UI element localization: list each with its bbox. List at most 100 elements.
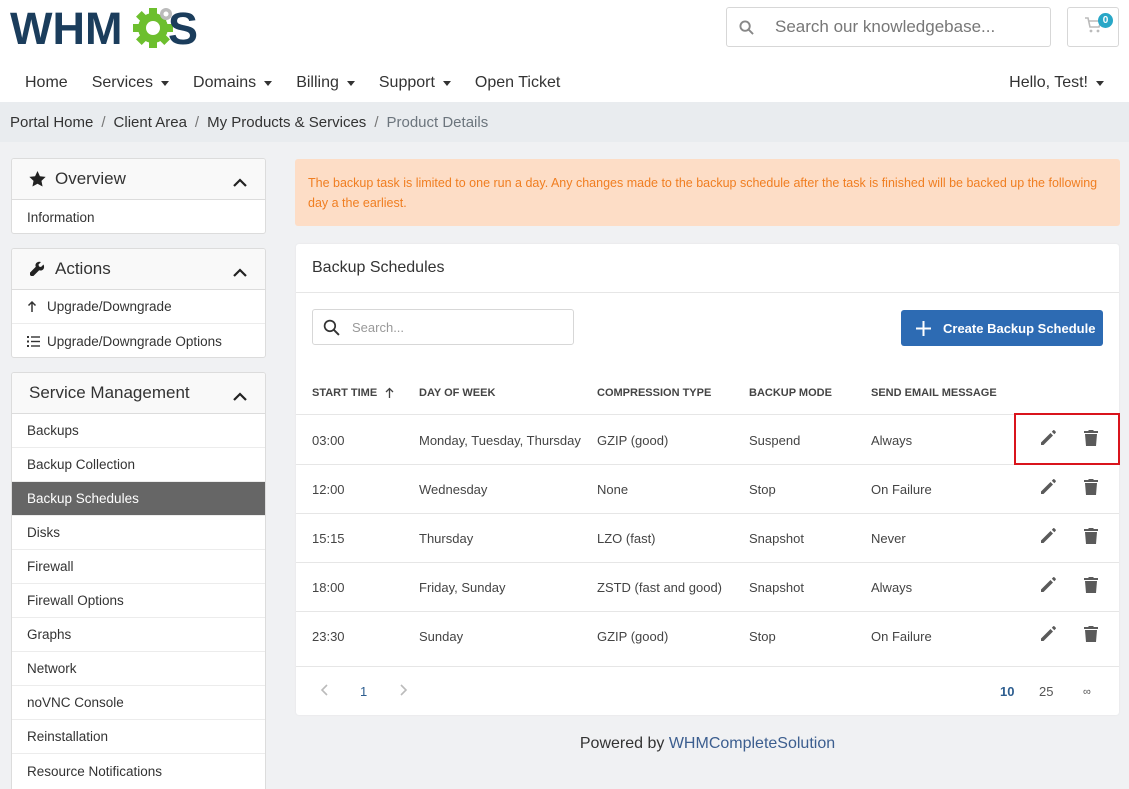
column-send-email-message[interactable]: SEND EMAIL MESSAGE (871, 370, 997, 415)
sidebar-item-resource-notifications[interactable]: Resource Notifications (12, 754, 265, 788)
trash-icon (1084, 576, 1098, 599)
sidebar-item-label: Graphs (27, 627, 72, 642)
plus-icon (916, 320, 931, 336)
cell-send-email: Never (871, 531, 906, 546)
edit-button[interactable] (1037, 527, 1059, 549)
panel-header-overview[interactable]: Overview (12, 159, 265, 200)
whmcs-logo[interactable]: WHM S (10, 6, 200, 50)
table-row: 12:00 Wednesday None Stop On Failure (296, 465, 1119, 514)
sidebar-panel-service-management: Service Management Backups Backup Collec… (11, 372, 266, 789)
page-size-25[interactable]: 25 (1039, 668, 1053, 715)
arrow-up-icon (27, 300, 41, 313)
breadcrumb-my-products[interactable]: My Products & Services (207, 114, 366, 131)
column-label: SEND EMAIL MESSAGE (871, 386, 997, 399)
cell-send-email: Always (871, 433, 913, 448)
table-search[interactable] (312, 309, 574, 345)
sidebar-item-upgrade-downgrade-options[interactable]: Upgrade/Downgrade Options (12, 324, 265, 357)
breadcrumb-client-area[interactable]: Client Area (114, 114, 187, 131)
breadcrumb-portal-home[interactable]: Portal Home (10, 114, 93, 131)
column-day-of-week[interactable]: DAY OF WEEK (419, 370, 495, 415)
nav-home[interactable]: Home (0, 64, 80, 102)
sidebar-item-backup-schedules[interactable]: Backup Schedules (12, 482, 265, 516)
chevron-up-icon (233, 172, 247, 192)
footer-link[interactable]: WHMCompleteSolution (669, 735, 835, 752)
trash-icon (1084, 478, 1098, 501)
breadcrumb-separator: / (101, 113, 106, 131)
table-row: 03:00 Monday, Tuesday, Thursday GZIP (go… (296, 416, 1119, 465)
sidebar-item-label: Upgrade/Downgrade Options (47, 333, 222, 349)
delete-button[interactable] (1080, 625, 1102, 647)
column-compression-type[interactable]: COMPRESSION TYPE (597, 370, 711, 415)
sort-ascending-icon (385, 387, 394, 398)
knowledgebase-search-input[interactable] (775, 17, 1045, 37)
user-menu[interactable]: Hello, Test! (1009, 64, 1104, 102)
panel-title-actions: Actions (55, 259, 111, 278)
pagination: 1 10 25 ∞ (296, 668, 1119, 715)
caret-down-icon (264, 80, 273, 86)
backup-schedules-card: Backup Schedules Create Backup Schedule … (296, 244, 1120, 715)
breadcrumb: Portal Home / Client Area / My Products … (0, 102, 1129, 142)
sidebar-item-label: Firewall (27, 559, 74, 574)
prev-page-button[interactable] (320, 668, 328, 715)
page-number[interactable]: 1 (360, 668, 367, 715)
table-search-input[interactable] (352, 319, 552, 335)
sidebar-item-label: Upgrade/Downgrade (47, 299, 172, 314)
sidebar-item-information[interactable]: Information (12, 200, 265, 233)
edit-button[interactable] (1037, 576, 1059, 598)
nav-home-label: Home (25, 74, 68, 91)
knowledgebase-search[interactable] (726, 7, 1051, 47)
column-backup-mode[interactable]: BACKUP MODE (749, 370, 832, 415)
nav-support[interactable]: Support (367, 64, 463, 102)
cell-compression-type: GZIP (good) (597, 433, 669, 448)
delete-button[interactable] (1080, 576, 1102, 598)
next-page-button[interactable] (400, 668, 408, 715)
cell-backup-mode: Stop (749, 482, 776, 497)
sidebar-panel-actions: Actions Upgrade/Downgrade Upgrade/Downgr… (11, 248, 266, 358)
cell-compression-type: LZO (fast) (597, 531, 656, 546)
sidebar-item-label: Backup Schedules (27, 491, 139, 506)
svg-text:WHM: WHM (10, 6, 122, 50)
sidebar-item-label: Backup Collection (27, 457, 136, 472)
panel-header-actions[interactable]: Actions (12, 249, 265, 290)
delete-button[interactable] (1080, 527, 1102, 549)
sidebar-item-label: Network (27, 661, 77, 676)
edit-button[interactable] (1037, 478, 1059, 500)
nav-open-ticket[interactable]: Open Ticket (463, 64, 572, 102)
sidebar-item-graphs[interactable]: Graphs (12, 618, 265, 652)
create-backup-schedule-button[interactable]: Create Backup Schedule (901, 310, 1103, 346)
panel-header-service-management[interactable]: Service Management (12, 373, 265, 414)
column-start-time[interactable]: START TIME (312, 370, 394, 415)
cell-day-of-week: Wednesday (419, 482, 488, 497)
caret-down-icon (442, 80, 451, 86)
sidebar-item-label: Firewall Options (27, 593, 124, 608)
table-row: 15:15 Thursday LZO (fast) Snapshot Never (296, 514, 1119, 563)
sidebar-item-upgrade-downgrade[interactable]: Upgrade/Downgrade (12, 290, 265, 324)
sidebar-item-firewall[interactable]: Firewall (12, 550, 265, 584)
sidebar-item-backups[interactable]: Backups (12, 414, 265, 448)
nav-domains[interactable]: Domains (181, 64, 284, 102)
sidebar-item-label: Backups (27, 423, 79, 438)
delete-button[interactable] (1080, 478, 1102, 500)
edit-button[interactable] (1037, 625, 1059, 647)
nav-billing[interactable]: Billing (284, 64, 367, 102)
page-size-10[interactable]: 10 (1000, 668, 1014, 715)
sidebar-item-firewall-options[interactable]: Firewall Options (12, 584, 265, 618)
column-label: COMPRESSION TYPE (597, 386, 712, 399)
cell-start-time: 15:15 (312, 531, 345, 546)
sidebar-item-backup-collection[interactable]: Backup Collection (12, 448, 265, 482)
cell-day-of-week: Thursday (419, 531, 474, 546)
footer-prefix: Powered by (579, 735, 665, 752)
cart-button[interactable]: 0 (1067, 7, 1119, 47)
nav-services[interactable]: Services (80, 64, 181, 102)
sidebar-panel-overview: Overview Information (11, 158, 266, 234)
sidebar-item-novnc-console[interactable]: noVNC Console (12, 686, 265, 720)
cell-start-time: 12:00 (312, 482, 345, 497)
sidebar-item-disks[interactable]: Disks (12, 516, 265, 550)
sidebar-item-label: Disks (27, 525, 60, 540)
nav-domains-label: Domains (193, 74, 257, 91)
cell-backup-mode: Snapshot (749, 531, 804, 546)
pencil-icon (1039, 478, 1057, 501)
sidebar-item-reinstallation[interactable]: Reinstallation (12, 720, 265, 754)
sidebar-item-network[interactable]: Network (12, 652, 265, 686)
page-size-all[interactable]: ∞ (1083, 668, 1091, 715)
